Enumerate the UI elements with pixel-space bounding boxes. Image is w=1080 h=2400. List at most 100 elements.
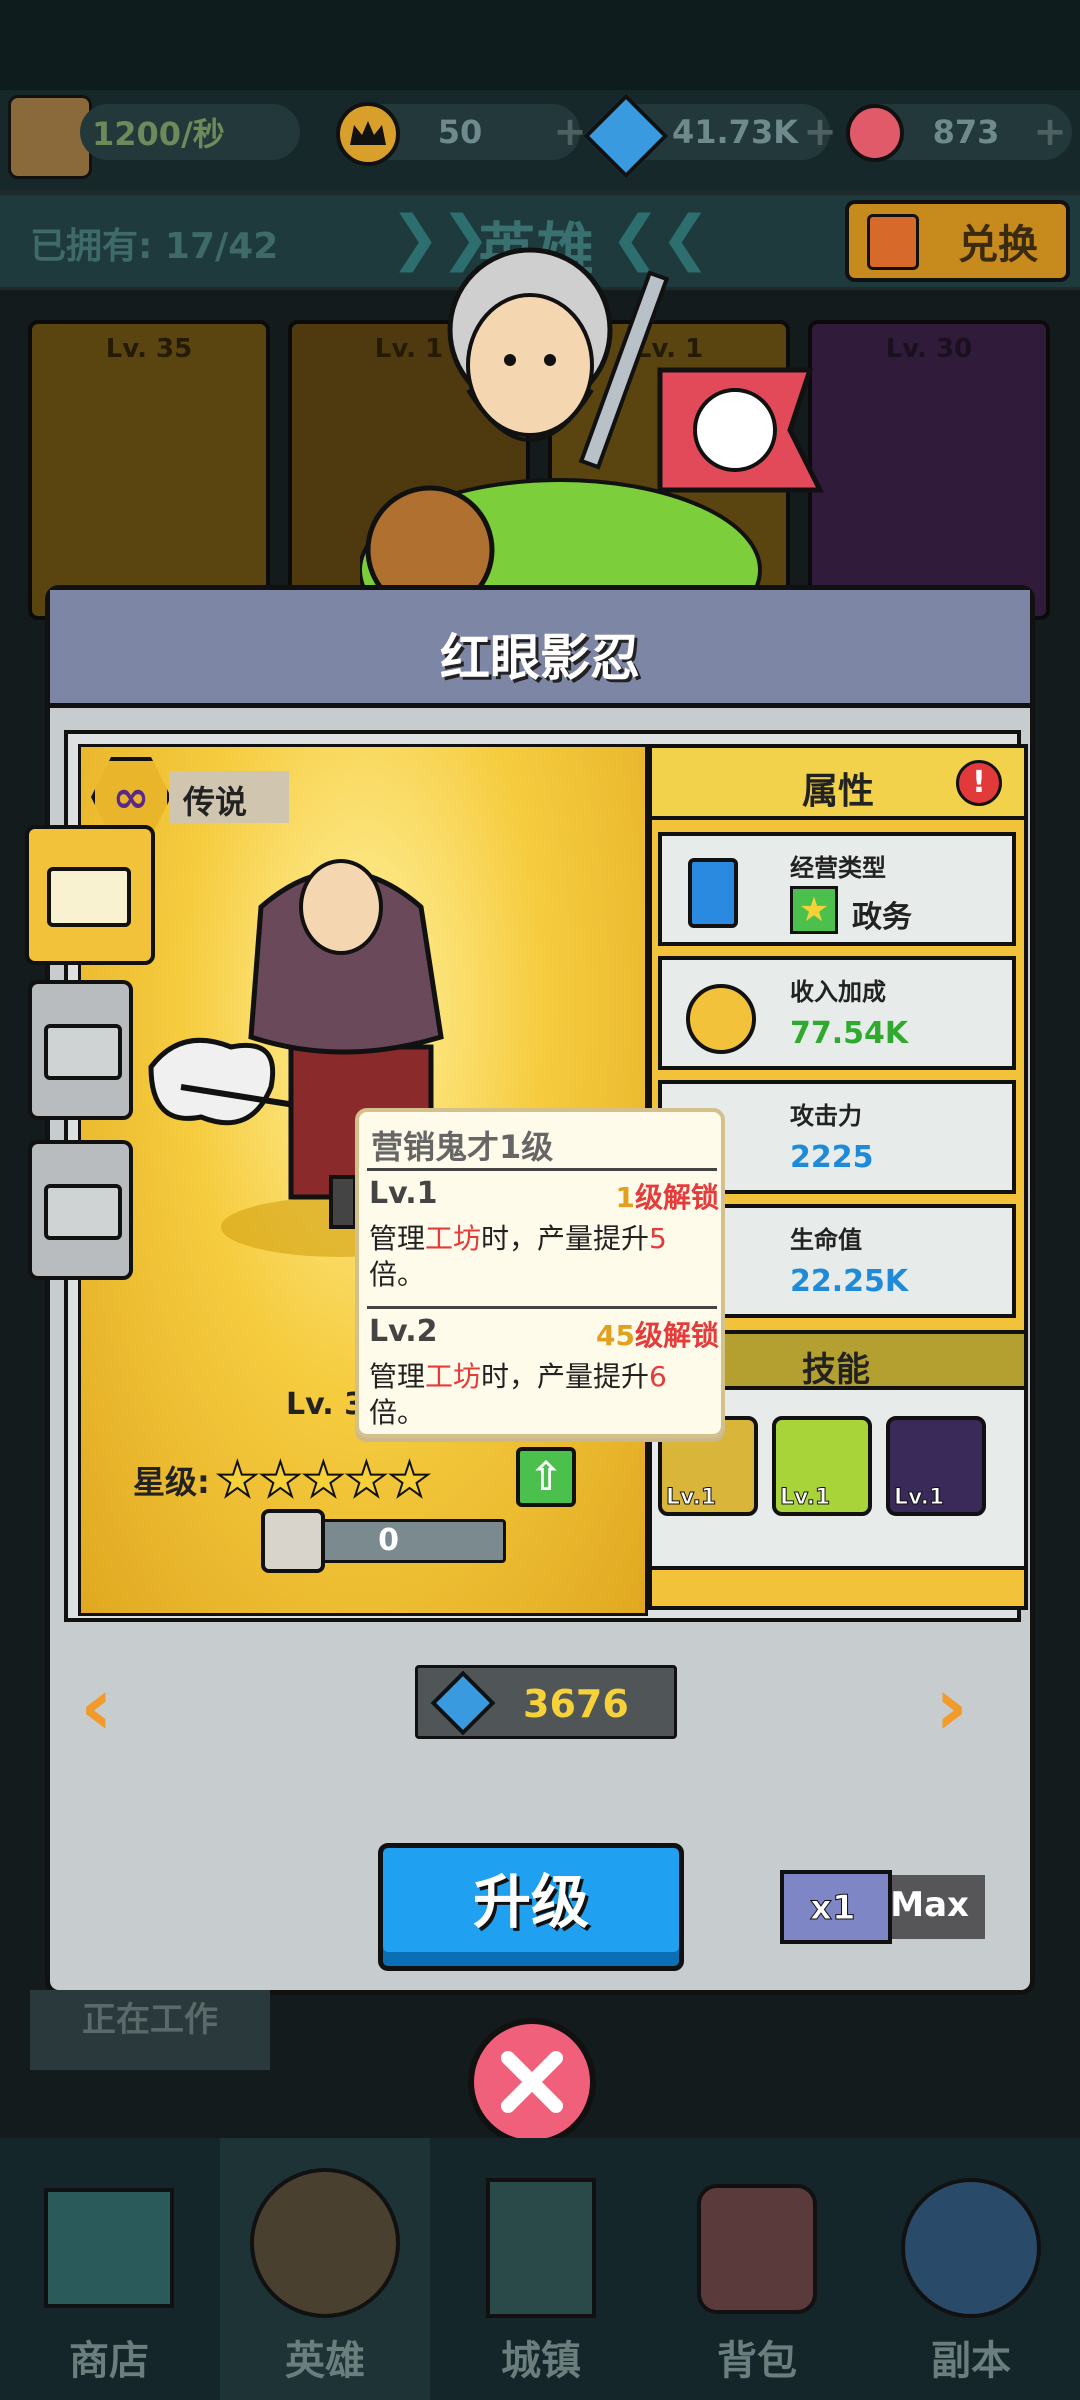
attr-value: 政务 [852, 900, 912, 935]
star-icon: ★ [215, 1451, 260, 1509]
income-rate-pill: 1200/秒 [80, 104, 300, 160]
desc-part: 时，产量提升 [481, 1222, 650, 1255]
skill-tooltip: 营销鬼才1级 Lv.1 1级解锁 管理工坊时，产量提升5倍。 Lv.2 45级解… [355, 1108, 725, 1438]
attr-label: 经营类型 [790, 854, 886, 882]
rarity-label-box: 传说 [169, 771, 289, 823]
attr-label: 攻击力 [790, 1102, 862, 1130]
close-icon [501, 2051, 563, 2113]
skill-slot[interactable]: Lv.1 [772, 1416, 872, 1516]
tooltip-divider [367, 1306, 717, 1309]
owned-count: 已拥有: 17/42 [30, 226, 279, 267]
unlock-text: 级解锁 [634, 1319, 719, 1352]
nav-label: 城镇 [501, 2338, 581, 2384]
attr-value: 77.54K [790, 1016, 909, 1051]
desc-part: 管理 [369, 1222, 426, 1255]
exchange-label: 兑换 [958, 222, 1038, 268]
star-icon: ★ [258, 1451, 303, 1509]
gem-count: 41.73K [671, 113, 798, 151]
gem-icon [430, 1670, 496, 1736]
tooltip-row: Lv.1 1级解锁 管理工坊时，产量提升5 倍。 [369, 1176, 719, 1293]
skill-level: Lv.1 [779, 1485, 831, 1511]
tooltip-unlock: 45级解锁 [596, 1314, 719, 1354]
attr-value: 22.25K [790, 1264, 909, 1299]
add-crown-button[interactable]: + [550, 112, 590, 152]
hero-icon [250, 2168, 400, 2318]
battery-icon [688, 858, 738, 928]
attr-label: 生命值 [790, 1226, 862, 1254]
attr-value: 2225 [790, 1140, 874, 1175]
exchange-button[interactable]: 兑换 [845, 200, 1070, 282]
attr-label: 收入加成 [790, 978, 886, 1006]
multiplier-x1-label: x1 [810, 1888, 857, 1929]
lock-icon [44, 1024, 122, 1080]
cost-value: 3676 [523, 1682, 629, 1726]
tooltip-title: 营销鬼才1级 [371, 1128, 554, 1166]
desc-multiplier: 6 [649, 1360, 667, 1393]
prev-hero-arrow[interactable]: ‹ [80, 1660, 113, 1753]
star-badge-icon: ★ [790, 886, 838, 934]
upgrade-label: 升级 [472, 1868, 589, 1936]
nav-hero[interactable]: 英雄 [220, 2138, 430, 2400]
tooltip-row: Lv.2 45级解锁 管理工坊时，产量提升6 倍。 [369, 1314, 719, 1431]
upgrade-cost: 3676 [415, 1665, 677, 1739]
upgrade-button[interactable]: 升级 [378, 1843, 684, 1971]
star-icon: ★ [344, 1451, 389, 1509]
star-icon: ★ [301, 1451, 346, 1509]
next-hero-arrow[interactable]: › [935, 1660, 968, 1753]
desc-multiplier: 5 [649, 1222, 667, 1255]
rarity-label: 传说 [183, 783, 248, 821]
unlock-text: 级解锁 [634, 1181, 719, 1214]
modal-header: 红眼影忍 [50, 590, 1030, 708]
shop-icon [44, 2188, 174, 2308]
player-avatar[interactable] [8, 95, 92, 179]
nav-label: 副本 [931, 2338, 1011, 2384]
tooltip-divider [367, 1168, 717, 1171]
lock-icon [44, 1184, 122, 1240]
close-button[interactable] [468, 2018, 596, 2146]
star-upgrade-button[interactable]: ⇧ [516, 1447, 576, 1507]
crown-plus-icon [686, 984, 756, 1054]
star-label: 星级: [133, 1463, 210, 1501]
nav-label: 商店 [69, 2338, 149, 2384]
rarity-badge: ∞ 传说 [91, 757, 301, 837]
star-icon: ★ [387, 1451, 432, 1509]
heart-icon [846, 104, 904, 162]
alert-icon[interactable]: ! [956, 760, 1002, 806]
unlock-level: 1 [615, 1181, 635, 1214]
multiplier-max-label: Max [890, 1885, 969, 1925]
tab-hero-info[interactable] [25, 825, 155, 965]
nav-label: 英雄 [285, 2338, 365, 2384]
featured-hero-illustration [360, 247, 825, 600]
skill-slot[interactable]: Lv.1 [886, 1416, 986, 1516]
nav-label: 背包 [717, 2338, 797, 2384]
multiplier-x1[interactable]: x1 [780, 1870, 892, 1944]
tooltip-desc: 管理工坊时，产量提升5 倍。 [369, 1221, 719, 1293]
skill-level: Lv.1 [665, 1485, 717, 1511]
nav-dungeon[interactable]: 副本 [866, 2138, 1076, 2400]
crown-count: 50 [437, 113, 483, 151]
attribute-title: 属性 [802, 771, 875, 812]
add-heart-button[interactable]: + [1030, 112, 1070, 152]
attr-income-bonus: 收入加成 77.54K [658, 956, 1016, 1070]
working-label: 正在工作 [82, 2000, 218, 2040]
nav-backpack[interactable]: 背包 [652, 2138, 862, 2400]
attribute-header: 属性 ! [648, 744, 1028, 820]
tooltip-row-level: Lv.2 [369, 1314, 438, 1349]
skill-level: Lv.1 [893, 1485, 945, 1511]
income-rate-text: 1200/秒 [92, 115, 225, 153]
resource-bar: 1200/秒 50 + 41.73K + 873 + [0, 90, 1080, 190]
tooltip-row-level: Lv.1 [369, 1176, 438, 1211]
add-gem-button[interactable]: + [800, 112, 840, 152]
nav-town[interactable]: 城镇 [436, 2138, 646, 2400]
nav-shop[interactable]: 商店 [4, 2138, 214, 2400]
tab-locked[interactable] [28, 1140, 133, 1280]
desc-highlight: 工坊 [425, 1360, 482, 1393]
status-bar [0, 0, 1080, 90]
tooltip-unlock: 1级解锁 [616, 1176, 720, 1216]
skills-title: 技能 [802, 1350, 870, 1390]
tab-locked[interactable] [28, 980, 133, 1120]
crown-icon [336, 102, 400, 166]
globe-icon [901, 2178, 1041, 2318]
town-icon [486, 2178, 596, 2318]
attr-business-type: 经营类型 ★ 政务 [658, 832, 1016, 946]
